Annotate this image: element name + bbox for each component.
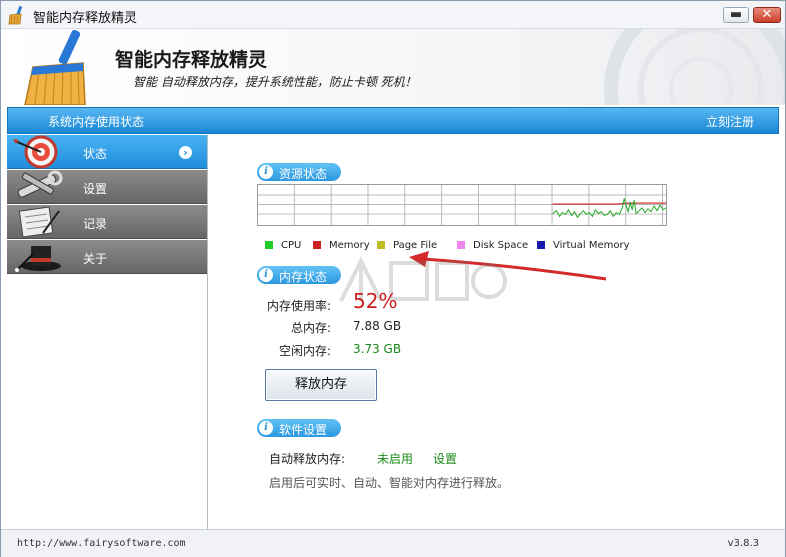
legend-swatch — [377, 241, 385, 249]
resource-usage-graph — [257, 184, 667, 226]
software-section-header: i 软件设置 — [257, 419, 341, 437]
register-link[interactable]: 立刻注册 — [706, 113, 754, 130]
free-memory-label: 空闲内存: — [278, 344, 331, 358]
auto-release-status: 未启用 — [377, 452, 414, 466]
app-slogan: 智能 自动释放内存，提升系统性能，防止卡顿 死机！ — [133, 75, 417, 89]
decorative-gear-icon — [604, 29, 785, 105]
close-button[interactable]: ✕ — [753, 7, 781, 23]
sidebar-item-about[interactable]: 关于 — [7, 240, 207, 274]
website-link[interactable]: http://www.fairysoftware.com — [17, 538, 186, 549]
tools-icon — [17, 170, 63, 198]
release-memory-button[interactable]: 释放内存 — [265, 369, 377, 401]
resource-section-header: i 资源状态 — [257, 163, 341, 181]
app-window: 智能内存释放精灵 ▬ ✕ 智能内存释放精灵 智能 自动释放内存，提升系统性能，防… — [0, 0, 786, 557]
legend-swatch — [537, 241, 545, 249]
window-title: 智能内存释放精灵 — [33, 11, 138, 26]
chevron-right-icon: › — [179, 146, 192, 159]
usage-label: 内存使用率: — [266, 299, 331, 313]
minimize-icon: ▬ — [729, 7, 743, 22]
close-icon: ✕ — [761, 7, 773, 22]
resource-section-title: 资源状态 — [279, 167, 328, 181]
legend-swatch — [313, 241, 321, 249]
memory-series-line — [552, 202, 666, 205]
free-memory-value: 3.73 GB — [353, 342, 402, 356]
total-memory-label: 总内存: — [290, 321, 331, 335]
magician-hat-icon — [15, 246, 61, 272]
software-section-title: 软件设置 — [279, 423, 328, 437]
app-name: 智能内存释放精灵 — [115, 49, 268, 71]
info-icon: i — [259, 421, 273, 435]
sidebar-item-label: 记录 — [83, 217, 108, 231]
target-icon — [13, 135, 58, 169]
version-label: v3.8.3 — [727, 538, 759, 549]
auto-release-settings-link[interactable]: 设置 — [433, 450, 457, 467]
title-bar: 智能内存释放精灵 ▬ ✕ — [1, 1, 785, 29]
sidebar-item-status[interactable]: 状态 › — [7, 135, 207, 169]
auto-release-label: 自动释放内存: — [269, 452, 346, 466]
sidebar-item-label: 状态 — [83, 147, 108, 161]
total-memory-value: 7.88 GB — [353, 319, 402, 333]
sidebar-item-records[interactable]: 记录 — [7, 205, 207, 239]
info-icon: i — [259, 165, 273, 179]
broom-icon — [8, 5, 23, 25]
sidebar-item-label: 设置 — [83, 182, 108, 196]
memory-section-header: i 内存状态 — [257, 266, 341, 284]
auto-release-hint: 启用后可实时、自动、智能对内存进行释放。 — [269, 476, 510, 490]
usage-value: 52% — [353, 289, 398, 313]
legend-swatch — [457, 241, 465, 249]
notepad-icon — [18, 206, 60, 238]
legend-label: Memory — [329, 240, 370, 251]
status-bar: 系统内存使用状态 立刻注册 — [7, 107, 779, 134]
app-header: 智能内存释放精灵 智能 自动释放内存，提升系统性能，防止卡顿 死机！ — [1, 29, 785, 105]
legend-label: CPU — [281, 240, 302, 251]
footer: http://www.fairysoftware.com v3.8.3 — [1, 529, 785, 557]
sidebar-item-label: 关于 — [83, 252, 108, 266]
minimize-button[interactable]: ▬ — [723, 7, 749, 23]
memory-section-title: 内存状态 — [279, 270, 328, 284]
sidebar-item-settings[interactable]: 设置 — [7, 170, 207, 204]
status-heading: 系统内存使用状态 — [48, 115, 145, 129]
broom-logo-icon — [24, 29, 86, 105]
sidebar: 状态 › 设置 记录 关于 — [7, 135, 208, 529]
legend-swatch — [265, 241, 273, 249]
info-icon: i — [259, 268, 273, 282]
